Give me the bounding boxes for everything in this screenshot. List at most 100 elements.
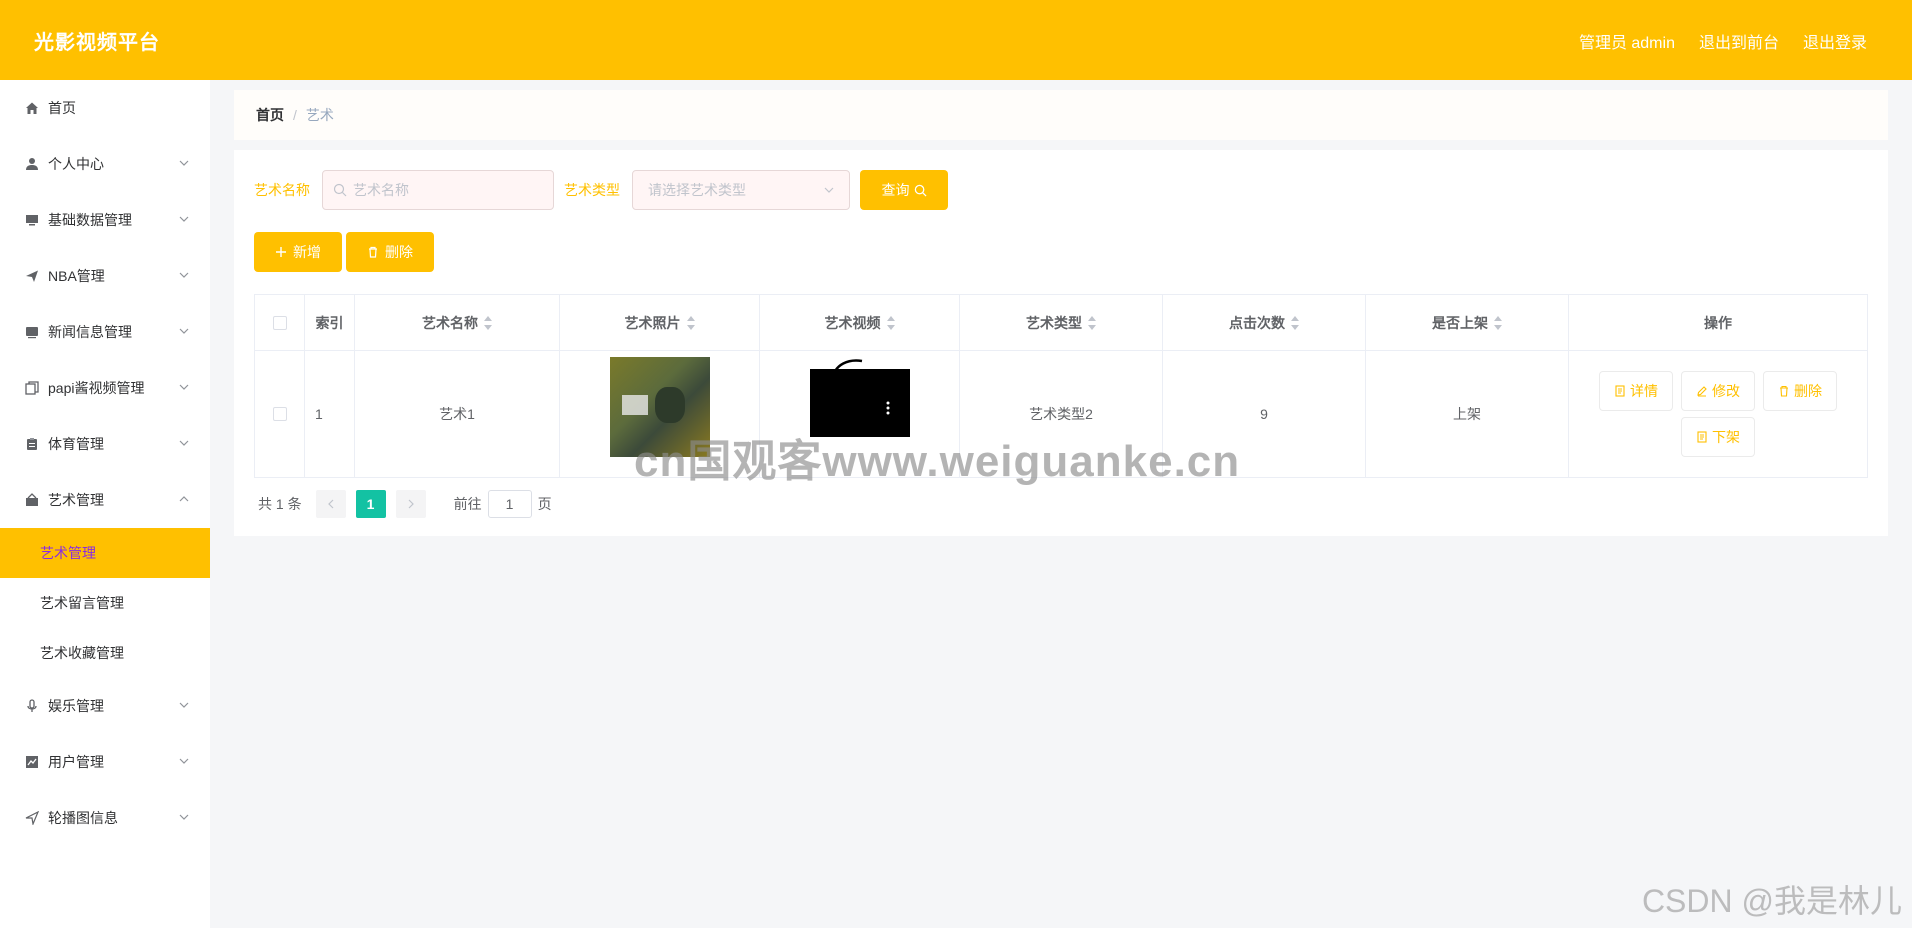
- page-number[interactable]: 1: [355, 490, 386, 518]
- sidebar-item-art[interactable]: 艺术管理: [0, 472, 210, 528]
- sidebar-item-label: 体育管理: [48, 436, 104, 452]
- column-header-sortable[interactable]: 艺术视频: [760, 295, 960, 350]
- column-header: 索引: [305, 295, 355, 350]
- monitor-icon: [24, 212, 40, 228]
- sidebar-item-nba[interactable]: NBA管理: [0, 248, 210, 304]
- sidebar-item-carousel[interactable]: 轮播图信息: [0, 790, 210, 846]
- row-index: 1: [305, 351, 355, 477]
- row-status: 上架: [1366, 351, 1569, 477]
- sort-icon[interactable]: [1494, 315, 1502, 330]
- sort-icon[interactable]: [886, 315, 895, 330]
- column-header-label: 点击次数: [1229, 314, 1285, 331]
- exit-to-front-link[interactable]: 退出到前台: [1699, 29, 1779, 53]
- copy-icon: [24, 380, 40, 396]
- sidebar-item-label: NBA管理: [48, 268, 105, 284]
- document-icon: [1697, 431, 1707, 443]
- sidebar-item-basic-data[interactable]: 基础数据管理: [0, 192, 210, 248]
- send-icon: [24, 268, 40, 284]
- column-header-label: 艺术照片: [624, 314, 681, 331]
- sidebar-item-home[interactable]: 首页: [0, 80, 210, 136]
- goto-page-input[interactable]: 1: [487, 490, 532, 518]
- art-name-placeholder: 艺术名称: [353, 182, 409, 198]
- sidebar-item-papi[interactable]: papi酱视频管理: [0, 360, 210, 416]
- chart-icon: [24, 754, 40, 770]
- query-button[interactable]: 查询: [860, 170, 948, 210]
- more-vertical-icon[interactable]: [886, 401, 890, 415]
- breadcrumb: 首页 / 艺术: [234, 90, 1888, 140]
- sidebar: 首页 个人中心 基础数据管理 NBA管理 新闻信息管理 papi酱视频管理 体育…: [0, 80, 210, 928]
- column-header-label: 是否上架: [1432, 314, 1488, 331]
- news-icon: [24, 324, 40, 340]
- sidebar-item-label: papi酱视频管理: [48, 380, 145, 396]
- table-header-row: 索引 艺术名称 艺术照片 艺术视频 艺术类型 点击次数 是否上架 操作: [255, 295, 1867, 351]
- page-unit-label: 页: [537, 496, 552, 512]
- sort-icon[interactable]: [1291, 315, 1299, 330]
- trash-icon: [1780, 385, 1788, 397]
- sidebar-item-label: 基础数据管理: [48, 212, 132, 228]
- navigate-icon: [24, 810, 40, 826]
- breadcrumb-home[interactable]: 首页: [256, 105, 284, 125]
- column-header-sortable[interactable]: 点击次数: [1163, 295, 1366, 350]
- submenu-art-manage[interactable]: 艺术管理: [0, 528, 210, 578]
- art-type-select[interactable]: 请选择艺术类型: [632, 170, 850, 210]
- sidebar-item-label: 用户管理: [48, 754, 104, 770]
- chevron-left-icon: [327, 499, 334, 509]
- loading-arc-icon: [830, 359, 862, 382]
- chevron-down-icon: [179, 440, 189, 446]
- sort-icon[interactable]: [686, 315, 695, 330]
- sort-icon[interactable]: [1088, 315, 1096, 330]
- chevron-right-icon: [408, 499, 414, 509]
- sidebar-item-label: 艺术管理: [48, 492, 104, 508]
- sidebar-item-sports[interactable]: 体育管理: [0, 416, 210, 472]
- column-header-sortable[interactable]: 艺术名称: [355, 295, 560, 350]
- art-name-label: 艺术名称: [254, 182, 310, 198]
- select-all-checkbox[interactable]: [272, 315, 287, 330]
- chevron-down-icon: [824, 187, 834, 193]
- edit-button[interactable]: 修改: [1681, 371, 1755, 411]
- submenu-art-messages[interactable]: 艺术留言管理: [0, 578, 210, 628]
- row-operations: 详情 修改 删除 下架: [1569, 351, 1867, 477]
- logout-link[interactable]: 退出登录: [1803, 29, 1867, 53]
- prev-page-button[interactable]: [315, 490, 346, 518]
- chevron-down-icon: [179, 216, 189, 222]
- art-name-input[interactable]: 艺术名称: [322, 170, 554, 210]
- delete-button[interactable]: 删除: [346, 232, 434, 272]
- document-icon: [1615, 385, 1625, 397]
- chevron-down-icon: [179, 272, 189, 278]
- add-button-label: 新增: [293, 244, 321, 260]
- goto-label: 前往: [453, 496, 482, 512]
- app-title: 光影视频平台: [34, 32, 160, 54]
- submenu-art-favorites[interactable]: 艺术收藏管理: [0, 628, 210, 678]
- csdn-watermark: CSDN @我是林儿: [1641, 883, 1902, 919]
- sidebar-item-personal[interactable]: 个人中心: [0, 136, 210, 192]
- header-actions: 管理员 admin 退出到前台 退出登录: [1579, 29, 1867, 53]
- sidebar-item-users[interactable]: 用户管理: [0, 734, 210, 790]
- plus-icon: [276, 247, 286, 257]
- action-buttons: 新增 删除: [254, 232, 434, 272]
- chevron-down-icon: [179, 702, 189, 708]
- row-name: 艺术1: [355, 351, 560, 477]
- mic-icon: [24, 698, 40, 714]
- add-button[interactable]: 新增: [254, 232, 342, 272]
- user-icon: [24, 156, 40, 172]
- sidebar-item-label: 新闻信息管理: [48, 324, 132, 340]
- total-count: 共 1 条: [258, 496, 302, 512]
- detail-button[interactable]: 详情: [1599, 371, 1673, 411]
- unlist-button[interactable]: 下架: [1681, 417, 1755, 457]
- sort-icon[interactable]: [484, 315, 492, 330]
- row-select-cell: [255, 351, 305, 477]
- sidebar-item-label: 娱乐管理: [48, 698, 104, 714]
- next-page-button[interactable]: [395, 490, 426, 518]
- column-header-sortable[interactable]: 艺术照片: [560, 295, 760, 350]
- query-button-label: 查询: [881, 182, 910, 198]
- column-header-sortable[interactable]: 艺术类型: [960, 295, 1163, 350]
- row-delete-button-label: 删除: [1794, 383, 1822, 399]
- row-delete-button[interactable]: 删除: [1763, 371, 1837, 411]
- sidebar-item-entertainment[interactable]: 娱乐管理: [0, 678, 210, 734]
- chevron-down-icon: [179, 328, 189, 334]
- row-checkbox[interactable]: [272, 407, 287, 421]
- sidebar-item-news[interactable]: 新闻信息管理: [0, 304, 210, 360]
- column-header-sortable[interactable]: 是否上架: [1366, 295, 1569, 350]
- column-header-label: 艺术类型: [1026, 314, 1082, 331]
- clipboard-icon: [24, 436, 40, 452]
